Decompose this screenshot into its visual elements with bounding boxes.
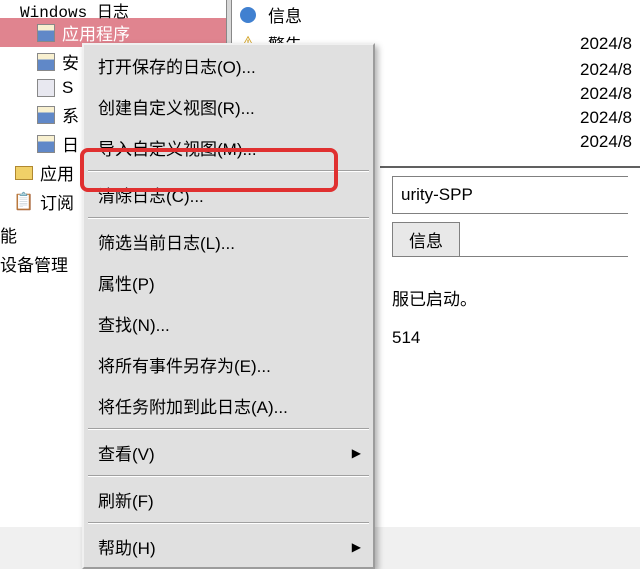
log-icon: [36, 78, 56, 98]
submenu-arrow-icon: ▶: [352, 540, 361, 554]
menu-label: 筛选当前日志(L)...: [98, 229, 235, 254]
menu-save-all-events[interactable]: 将所有事件另存为(E)...: [84, 344, 373, 385]
menu-create-custom-view[interactable]: 创建自定义视图(R)...: [84, 86, 373, 127]
event-row[interactable]: 信息 2024/8: [230, 0, 640, 29]
tree-item-label: 安: [62, 49, 79, 74]
event-date: 2024/8: [580, 34, 632, 54]
menu-label: 打开保存的日志(O)...: [98, 53, 256, 78]
menu-label: 查找(N)...: [98, 311, 170, 336]
menu-open-saved-log[interactable]: 打开保存的日志(O)...: [84, 45, 373, 86]
menu-separator: [88, 522, 369, 524]
menu-find[interactable]: 查找(N)...: [84, 303, 373, 344]
menu-separator: [88, 170, 369, 172]
event-date: 2024/8: [580, 108, 632, 128]
event-date: 2024/8: [580, 60, 632, 80]
menu-label: 帮助(H): [98, 534, 156, 559]
event-date: 2024/8: [580, 132, 632, 152]
menu-help[interactable]: 帮助(H) ▶: [84, 526, 373, 567]
event-source-box: urity-SPP: [392, 176, 628, 214]
windows-log-label: Windows 日志: [20, 0, 129, 22]
subscription-icon: 📋: [14, 192, 34, 212]
log-icon: [36, 105, 56, 125]
menu-import-custom-view[interactable]: 导入自定义视图(M)...: [84, 127, 373, 168]
event-source-text: urity-SPP: [401, 185, 473, 204]
menu-label: 刷新(F): [98, 487, 154, 512]
info-tab-button[interactable]: 信息: [392, 222, 460, 257]
tree-item-label: 订阅: [40, 189, 74, 214]
info-tab-label: 信息: [409, 232, 443, 251]
tree-item-label: 应用: [40, 160, 74, 185]
menu-filter-log[interactable]: 筛选当前日志(L)...: [84, 221, 373, 262]
event-message: 服已启动。: [392, 285, 628, 310]
tree-item-label: S: [62, 78, 73, 98]
menu-separator: [88, 428, 369, 430]
log-icon: [36, 23, 56, 43]
menu-separator: [88, 217, 369, 219]
menu-label: 清除日志(C)...: [98, 182, 204, 207]
event-level: 信息: [268, 2, 328, 27]
tree-item-label: 系: [62, 102, 79, 127]
menu-label: 属性(P): [98, 270, 155, 295]
log-icon: [36, 134, 56, 154]
folder-icon: [14, 163, 34, 183]
menu-label: 将所有事件另存为(E)...: [98, 352, 271, 377]
submenu-arrow-icon: ▶: [352, 446, 361, 460]
menu-label: 将任务附加到此日志(A)...: [98, 393, 288, 418]
menu-properties[interactable]: 属性(P): [84, 262, 373, 303]
menu-label: 创建自定义视图(R)...: [98, 94, 255, 119]
menu-separator: [88, 475, 369, 477]
tree-item-label: 日: [62, 131, 79, 156]
menu-refresh[interactable]: 刷新(F): [84, 479, 373, 520]
context-menu: 打开保存的日志(O)... 创建自定义视图(R)... 导入自定义视图(M)..…: [82, 43, 375, 569]
event-id: 514: [392, 328, 628, 348]
menu-attach-task[interactable]: 将任务附加到此日志(A)...: [84, 385, 373, 426]
menu-clear-log[interactable]: 清除日志(C)...: [84, 174, 373, 215]
menu-label: 查看(V): [98, 440, 155, 465]
info-icon: [238, 5, 258, 25]
menu-label: 导入自定义视图(M)...: [98, 135, 257, 160]
event-date: 2024/8: [580, 84, 632, 104]
tree-item-label: 应用程序: [62, 20, 130, 45]
log-icon: [36, 52, 56, 72]
menu-view[interactable]: 查看(V) ▶: [84, 432, 373, 473]
